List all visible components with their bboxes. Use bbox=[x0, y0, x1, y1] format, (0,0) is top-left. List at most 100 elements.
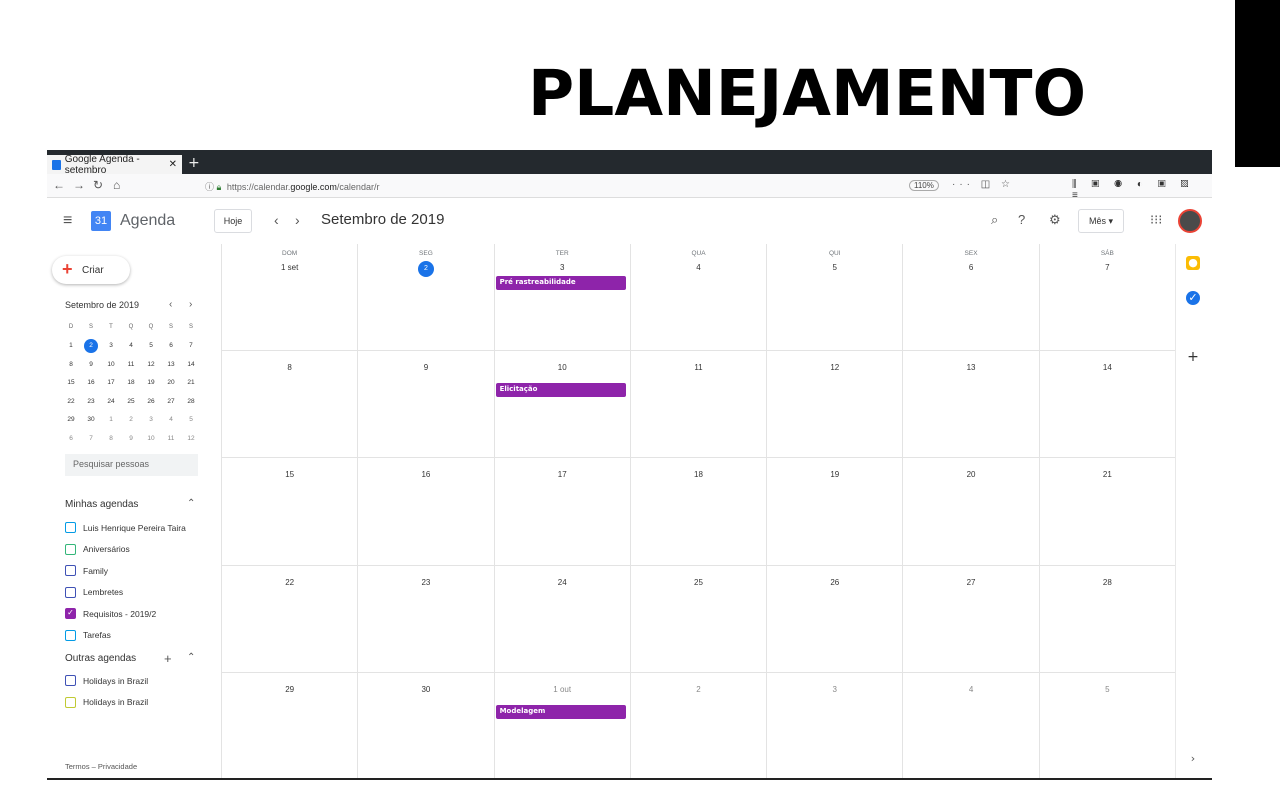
mini-day[interactable]: 5 bbox=[141, 342, 161, 349]
day-cell[interactable]: 4 bbox=[903, 672, 1040, 778]
day-number[interactable]: 30 bbox=[421, 685, 430, 694]
day-cell[interactable]: 8 bbox=[222, 351, 359, 458]
day-cell[interactable]: 20 bbox=[903, 458, 1040, 565]
day-number[interactable]: 25 bbox=[694, 578, 703, 587]
mini-day[interactable]: 16 bbox=[81, 379, 101, 386]
mini-day[interactable]: 10 bbox=[141, 435, 161, 442]
day-cell[interactable]: 25 bbox=[631, 565, 768, 672]
day-cell[interactable]: 28 bbox=[1040, 565, 1176, 672]
day-cell[interactable]: 23 bbox=[358, 565, 495, 672]
mini-day[interactable]: 3 bbox=[101, 342, 121, 349]
day-cell[interactable]: 21 bbox=[1040, 458, 1176, 565]
mini-day[interactable]: 4 bbox=[161, 416, 181, 423]
calendar-list-item[interactable]: Aniversários bbox=[65, 543, 130, 555]
mini-day[interactable]: 4 bbox=[121, 342, 141, 349]
today-button[interactable]: Hoje bbox=[214, 209, 252, 233]
day-number[interactable]: 4 bbox=[696, 263, 700, 272]
day-number[interactable]: 7 bbox=[1105, 263, 1109, 272]
day-cell[interactable]: 1 out bbox=[495, 672, 631, 778]
day-number[interactable]: 12 bbox=[830, 363, 839, 372]
day-cell[interactable]: 14 bbox=[1040, 351, 1176, 458]
mini-day[interactable]: 11 bbox=[121, 361, 141, 368]
calendar-checkbox[interactable] bbox=[65, 543, 76, 555]
calendar-checkbox[interactable] bbox=[65, 696, 76, 708]
main-menu-icon[interactable]: ≡ bbox=[63, 212, 72, 230]
mini-day[interactable]: 3 bbox=[141, 416, 161, 423]
day-cell[interactable]: 10 bbox=[495, 351, 631, 458]
day-cell[interactable]: 30 bbox=[358, 672, 495, 778]
mini-day[interactable]: 19 bbox=[141, 379, 161, 386]
day-cell[interactable]: 13 bbox=[903, 351, 1040, 458]
add-addon-icon[interactable]: + bbox=[1186, 350, 1200, 364]
previous-month-icon[interactable]: ‹ bbox=[274, 212, 279, 228]
keep-icon[interactable]: ● bbox=[1186, 256, 1200, 270]
mini-day[interactable]: 14 bbox=[181, 361, 201, 368]
mini-day[interactable]: 21 bbox=[181, 379, 201, 386]
footer-links[interactable]: Termos – Privacidade bbox=[65, 762, 137, 771]
day-cell[interactable]: 16 bbox=[358, 458, 495, 565]
search-icon[interactable]: ⌕ bbox=[991, 212, 998, 228]
day-number[interactable]: 27 bbox=[967, 578, 976, 587]
expand-panel-icon[interactable]: › bbox=[1186, 752, 1200, 766]
collapse-my-calendars-icon[interactable]: ⌃ bbox=[187, 498, 195, 509]
day-number[interactable]: 1 set bbox=[281, 263, 298, 272]
collapse-other-calendars-icon[interactable]: ⌃ bbox=[187, 652, 195, 663]
mini-day[interactable]: 7 bbox=[81, 435, 101, 442]
day-cell[interactable]: 3 bbox=[767, 672, 904, 778]
day-cell[interactable]: 24 bbox=[495, 565, 631, 672]
day-number[interactable]: 26 bbox=[830, 578, 839, 587]
mini-day[interactable]: 18 bbox=[121, 379, 141, 386]
calendar-event[interactable]: Pré rastreabilidade bbox=[495, 276, 626, 290]
mini-day[interactable]: 22 bbox=[61, 398, 81, 405]
day-number[interactable]: 29 bbox=[285, 685, 294, 694]
page-actions-icon[interactable]: ··· ◫ ☆ bbox=[952, 179, 1014, 190]
calendar-list-item[interactable]: Holidays in Brazil bbox=[65, 675, 148, 686]
calendar-event[interactable]: Modelagem bbox=[495, 704, 626, 719]
day-number[interactable]: 13 bbox=[967, 363, 976, 372]
day-number[interactable]: 2 bbox=[696, 685, 700, 694]
mini-prev-icon[interactable]: ‹ bbox=[169, 299, 172, 310]
mini-day[interactable]: 5 bbox=[181, 416, 201, 423]
mini-day[interactable]: 23 bbox=[81, 398, 101, 405]
calendar-list-item[interactable]: Holidays in Brazil bbox=[65, 696, 148, 708]
day-cell[interactable]: 12 bbox=[767, 351, 904, 458]
day-number[interactable]: 6 bbox=[969, 263, 973, 272]
day-number[interactable]: 19 bbox=[830, 470, 839, 479]
day-number[interactable]: 22 bbox=[285, 578, 294, 587]
day-number[interactable]: 23 bbox=[421, 578, 430, 587]
mini-day[interactable]: 9 bbox=[81, 361, 101, 368]
day-number[interactable]: 16 bbox=[421, 470, 430, 479]
day-number[interactable]: 11 bbox=[694, 363, 702, 372]
day-number[interactable]: 3 bbox=[833, 685, 837, 694]
tasks-icon[interactable]: ✓ bbox=[1186, 291, 1200, 305]
day-cell[interactable]: 27 bbox=[903, 565, 1040, 672]
day-cell[interactable]: 19 bbox=[767, 458, 904, 565]
day-number[interactable]: 9 bbox=[424, 363, 428, 372]
mini-day[interactable]: 20 bbox=[161, 379, 181, 386]
extensions-icons[interactable]: ⫼ ▣ ◉ ◐ ▣ ▧ ≡ bbox=[1072, 179, 1212, 201]
day-cell[interactable]: 29 bbox=[222, 672, 359, 778]
day-number[interactable]: 14 bbox=[1103, 363, 1112, 372]
day-cell[interactable]: TER 3 bbox=[495, 244, 631, 351]
mini-day[interactable]: 2 bbox=[121, 416, 141, 423]
calendar-checkbox[interactable]: ✓ bbox=[65, 608, 76, 619]
day-number[interactable]: 5 bbox=[1105, 685, 1109, 694]
day-cell[interactable]: QUI 5 bbox=[767, 244, 904, 351]
create-button[interactable]: + Criar bbox=[52, 256, 130, 284]
reload-icon[interactable]: ↻ bbox=[93, 178, 103, 192]
mini-day[interactable]: 12 bbox=[141, 361, 161, 368]
day-cell[interactable]: QUA 4 bbox=[631, 244, 768, 351]
add-calendar-icon[interactable]: + bbox=[164, 651, 172, 666]
day-number[interactable]: 21 bbox=[1103, 470, 1112, 479]
mini-day[interactable]: 24 bbox=[101, 398, 121, 405]
calendar-list-item[interactable]: Tarefas bbox=[65, 629, 111, 641]
mini-day[interactable]: 25 bbox=[121, 398, 141, 405]
home-icon[interactable]: ⌂ bbox=[113, 178, 120, 192]
day-number[interactable]: 5 bbox=[833, 263, 837, 272]
calendar-checkbox[interactable] bbox=[65, 586, 76, 598]
day-number[interactable]: 10 bbox=[558, 363, 567, 372]
calendar-event[interactable]: Elicitação bbox=[495, 383, 626, 398]
day-number[interactable]: 24 bbox=[558, 578, 567, 587]
day-cell[interactable]: 17 bbox=[495, 458, 631, 565]
mini-day[interactable]: 12 bbox=[181, 435, 201, 442]
